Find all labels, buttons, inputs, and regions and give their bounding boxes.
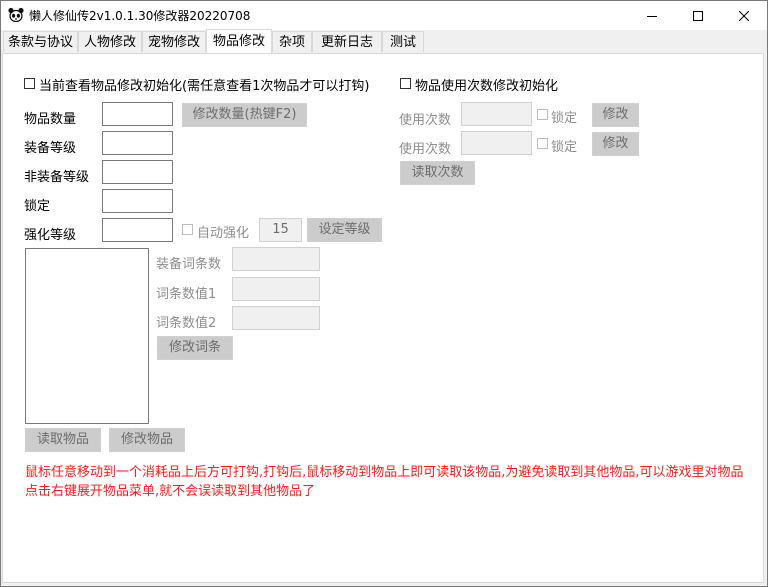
close-icon	[739, 10, 749, 21]
use-count-lock-label-2: 锁定	[551, 140, 578, 155]
quantity-label: 物品数量	[24, 112, 77, 127]
app-icon	[7, 7, 25, 23]
minimize-button[interactable]	[629, 1, 675, 30]
minimize-icon	[647, 15, 657, 17]
item-modify-panel: 当前查看物品修改初始化(需任意查看1次物品才可以打钩) 物品数量 修改数量(热键…	[2, 53, 764, 583]
non-equip-level-input[interactable]	[102, 160, 173, 184]
enhance-level-label: 强化等级	[24, 228, 77, 243]
set-level-button[interactable]: 设定等级	[307, 218, 382, 242]
affix-value2-label: 词条数值2	[156, 316, 217, 331]
use-count-lock-checkbox-1[interactable]	[537, 109, 548, 120]
equip-level-label: 装备等级	[24, 141, 77, 156]
affix-count-label: 装备词条数	[156, 257, 222, 272]
quantity-input[interactable]	[102, 102, 173, 126]
item-listbox[interactable]	[25, 248, 149, 424]
auto-enhance-checkbox[interactable]	[182, 224, 193, 235]
enhance-value-field[interactable]: 15	[259, 218, 302, 242]
read-count-button[interactable]: 读取次数	[400, 161, 475, 185]
tab-misc[interactable]: 杂项	[272, 31, 312, 52]
use-count-init-checkbox[interactable]	[400, 78, 411, 89]
app-window: 懒人修仙传2v1.0.1.30修改器20220708 条款与协议 人物修改 宠物…	[0, 0, 768, 587]
use-count-init-label: 物品使用次数修改初始化	[415, 79, 559, 94]
close-button[interactable]	[721, 1, 767, 30]
affix-count-input[interactable]	[232, 247, 320, 271]
use-count-lock-checkbox-2[interactable]	[537, 138, 548, 149]
tab-terms[interactable]: 条款与协议	[3, 31, 78, 52]
affix-value1-input[interactable]	[232, 277, 320, 301]
use-count-lock-label-1: 锁定	[551, 111, 578, 126]
use-count-input-1[interactable]	[461, 102, 532, 126]
lock-label: 锁定	[24, 199, 51, 214]
use-count-input-2[interactable]	[461, 131, 532, 155]
maximize-icon	[693, 10, 703, 21]
lock-input[interactable]	[102, 189, 173, 213]
equip-level-input[interactable]	[102, 131, 173, 155]
use-count-modify-button-2[interactable]: 修改	[592, 132, 639, 156]
window-title: 懒人修仙传2v1.0.1.30修改器20220708	[29, 9, 251, 23]
use-count-label-1: 使用次数	[399, 113, 452, 128]
tab-items[interactable]: 物品修改	[206, 29, 272, 53]
tab-pet[interactable]: 宠物修改	[142, 31, 206, 52]
modify-item-button[interactable]: 修改物品	[109, 428, 185, 452]
tab-bar: 条款与协议 人物修改 宠物修改 物品修改 杂项 更新日志 测试	[1, 29, 767, 53]
affix-value1-label: 词条数值1	[156, 287, 217, 302]
title-bar: 懒人修仙传2v1.0.1.30修改器20220708	[1, 1, 767, 30]
enhance-level-input[interactable]	[102, 218, 173, 242]
use-count-label-2: 使用次数	[399, 142, 452, 157]
modify-affix-button[interactable]: 修改词条	[157, 336, 233, 360]
item-init-checkbox[interactable]	[24, 78, 35, 89]
modify-quantity-button[interactable]: 修改数量(热键F2)	[182, 103, 307, 127]
non-equip-level-label: 非装备等级	[24, 170, 90, 185]
maximize-button[interactable]	[675, 1, 721, 30]
item-init-label: 当前查看物品修改初始化(需任意查看1次物品才可以打钩)	[39, 79, 370, 94]
tab-character[interactable]: 人物修改	[78, 31, 142, 52]
instruction-note: 鼠标任意移动到一个消耗品上后方可打钩,打钩后,鼠标移动到物品上即可读取该物品,为…	[25, 465, 744, 499]
tab-changelog[interactable]: 更新日志	[312, 31, 382, 52]
read-item-button[interactable]: 读取物品	[25, 428, 101, 452]
affix-value2-input[interactable]	[232, 306, 320, 330]
use-count-modify-button-1[interactable]: 修改	[592, 103, 639, 127]
tab-test[interactable]: 测试	[382, 31, 424, 52]
auto-enhance-label: 自动强化	[197, 226, 250, 241]
